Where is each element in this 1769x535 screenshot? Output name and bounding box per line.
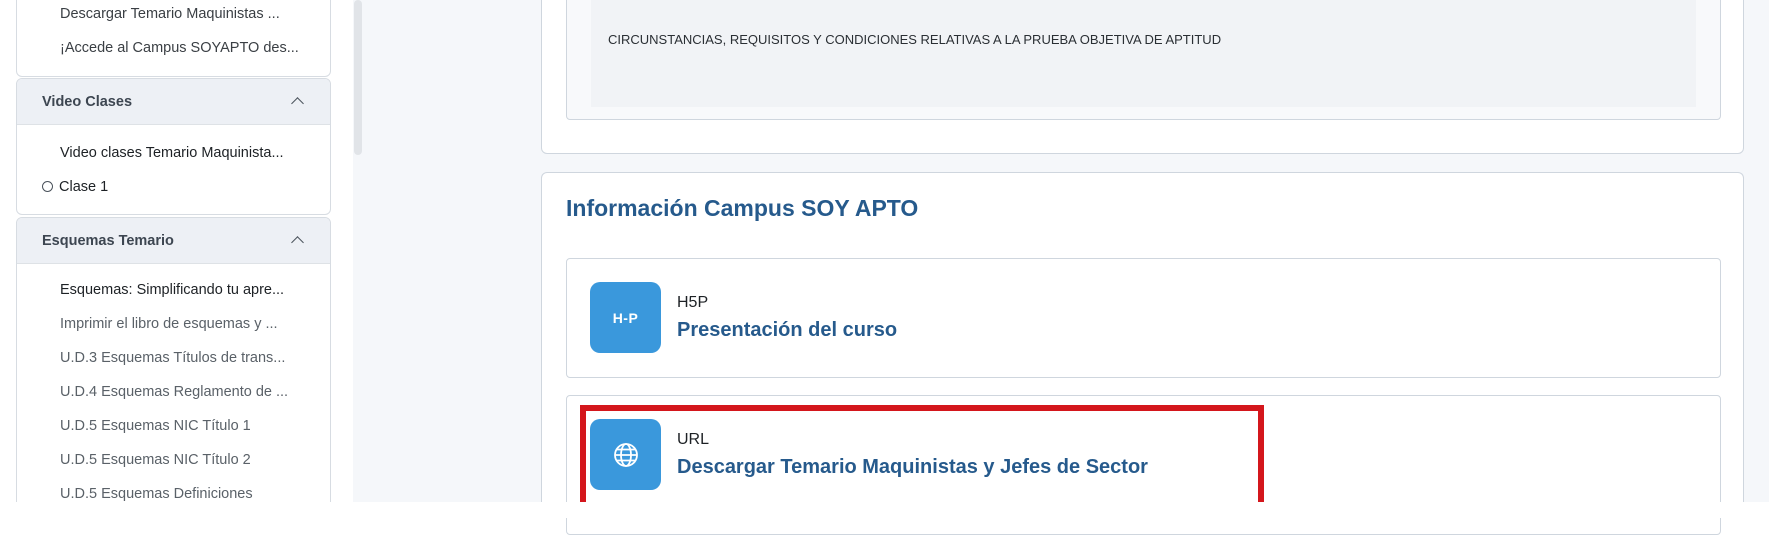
course-index-item[interactable]: Video clases Temario Maquinista... [60, 145, 284, 161]
course-index-item[interactable]: Esquemas: Simplificando tu apre... [60, 282, 284, 298]
completion-circle-icon [42, 181, 53, 192]
course-index-item[interactable]: U.D.5 Esquemas NIC Título 2 [60, 452, 251, 468]
section-header[interactable]: Video Clases [17, 79, 330, 125]
page-bottom-edge [0, 502, 1769, 518]
section-header[interactable]: Esquemas Temario [17, 218, 330, 264]
course-index-item[interactable]: U.D.5 Esquemas NIC Título 1 [60, 418, 251, 434]
section-video-clases: Video Clases Video clases Temario Maquin… [16, 78, 331, 215]
section-partial: Descargar Temario Maquinistas ... ¡Acced… [16, 0, 331, 77]
activity-h5p[interactable]: H-P H5P Presentación del curso [566, 258, 1721, 378]
course-index-item[interactable]: ¡Accede al Campus SOYAPTO des... [60, 40, 299, 56]
sidebar-scrollbar[interactable] [354, 0, 362, 155]
section-title: Video Clases [42, 93, 133, 110]
course-index-item[interactable]: Descargar Temario Maquinistas ... [60, 6, 280, 22]
previous-section-card: CIRCUNSTANCIAS, REQUISITOS Y CONDICIONES… [541, 0, 1744, 154]
course-index-item[interactable]: Imprimir el libro de esquemas y ... [60, 316, 278, 332]
activity-type-label: H5P [677, 294, 709, 311]
course-index-item-clase-1[interactable]: Clase 1 [42, 179, 108, 195]
h5p-icon: H-P [590, 282, 661, 353]
section-heading: Información Campus SOY APTO [566, 195, 919, 221]
course-index: Descargar Temario Maquinistas ... ¡Acced… [0, 0, 353, 502]
activity-card: CIRCUNSTANCIAS, REQUISITOS Y CONDICIONES… [566, 0, 1721, 120]
course-index-item[interactable]: U.D.5 Esquemas Definiciones [60, 486, 253, 502]
course-index-item[interactable]: U.D.4 Esquemas Reglamento de ... [60, 384, 288, 400]
section-esquemas-temario: Esquemas Temario Esquemas: Simplificando… [16, 217, 331, 502]
description-text: CIRCUNSTANCIAS, REQUISITOS Y CONDICIONES… [608, 32, 1222, 47]
course-index-item[interactable]: U.D.3 Esquemas Títulos de trans... [60, 350, 285, 366]
activity-description: CIRCUNSTANCIAS, REQUISITOS Y CONDICIONES… [591, 0, 1696, 107]
chevron-up-icon[interactable] [291, 97, 304, 110]
chevron-up-icon[interactable] [291, 236, 304, 249]
activity-name-link[interactable]: Presentación del curso [677, 319, 897, 342]
h5p-icon-label: H-P [612, 309, 639, 326]
section-title: Esquemas Temario [42, 232, 174, 249]
